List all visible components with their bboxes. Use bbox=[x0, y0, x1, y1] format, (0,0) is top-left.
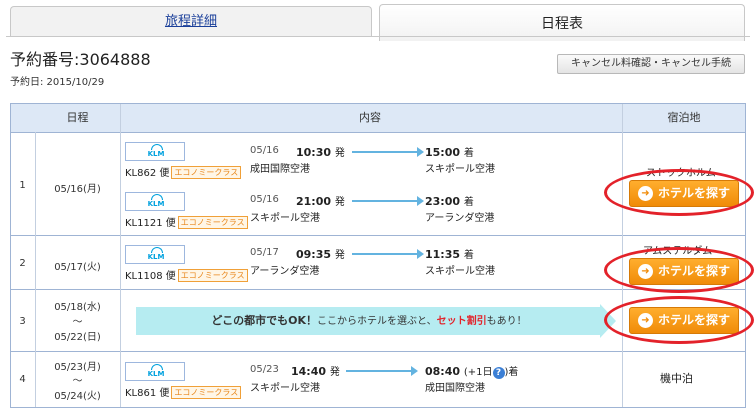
klm-crown-icon: KLM bbox=[145, 247, 167, 262]
klm-logo: KLM bbox=[125, 142, 185, 161]
tab-bar: 旅程詳細 日程表 bbox=[0, 0, 756, 44]
departure-date: 05/16 bbox=[250, 194, 279, 205]
departure-date: 05/16 bbox=[250, 145, 279, 156]
row-date: 05/16(月) bbox=[54, 184, 101, 195]
arrow-right-icon bbox=[352, 195, 424, 207]
arrival-time: 11:35 着 bbox=[425, 248, 474, 261]
row-date-separator: 〜 bbox=[72, 317, 83, 328]
departure-time: 09:35 発 bbox=[296, 248, 345, 261]
arrival-airport: 成田国際空港 bbox=[425, 383, 485, 394]
departure-airport: スキポール空港 bbox=[250, 213, 320, 224]
arrow-right-icon bbox=[346, 365, 418, 377]
highlight-circle bbox=[604, 169, 754, 216]
klm-logo: KLM bbox=[125, 245, 185, 264]
flight-number: KL1121 便エコノミークラス bbox=[125, 214, 248, 229]
class-badge: エコノミークラス bbox=[177, 216, 248, 229]
row-date-separator: 〜 bbox=[72, 376, 83, 387]
hotel-promo-banner[interactable]: どこの都市でもOK！ここからホテルを選ぶと、セット割引もあり！ bbox=[136, 304, 616, 338]
arrival-airport: アーランダ空港 bbox=[425, 213, 495, 224]
row-date-from: 05/18(水) bbox=[54, 302, 101, 313]
departure-airport: アーランダ空港 bbox=[250, 266, 320, 277]
tab-itinerary-details[interactable]: 旅程詳細 bbox=[10, 6, 372, 36]
klm-logo: KLM bbox=[125, 192, 185, 211]
row-number: 2 bbox=[19, 258, 26, 269]
row-number: 1 bbox=[19, 180, 26, 191]
promo-text: どこの都市でもOK！ここからホテルを選ぶと、セット割引もあり！ bbox=[211, 314, 527, 327]
help-icon[interactable]: ? bbox=[492, 367, 505, 379]
departure-date: 05/23 bbox=[250, 364, 279, 375]
klm-logo: KLM bbox=[125, 362, 185, 381]
reservation-date: 予約日: 2015/10/29 bbox=[10, 77, 105, 88]
arrival-airport: スキポール空港 bbox=[425, 266, 495, 277]
departure-airport: スキポール空港 bbox=[250, 383, 320, 394]
departure-time: 10:30 発 bbox=[296, 146, 345, 159]
lodging-in-flight: 機中泊 bbox=[660, 372, 693, 385]
arrival-airport: スキポール空港 bbox=[425, 164, 495, 175]
row-date: 05/17(火) bbox=[54, 262, 101, 273]
class-badge: エコノミークラス bbox=[171, 166, 242, 179]
reservation-number: 予約番号:3064888 bbox=[10, 50, 151, 69]
flight-number: KL1108 便エコノミークラス bbox=[125, 267, 248, 282]
class-badge: エコノミークラス bbox=[177, 269, 248, 282]
row-date-from: 05/23(月) bbox=[54, 362, 101, 373]
departure-date: 05/17 bbox=[250, 247, 279, 258]
class-badge: エコノミークラス bbox=[171, 386, 242, 399]
tab-divider bbox=[6, 36, 750, 37]
klm-crown-icon: KLM bbox=[145, 194, 167, 209]
arrow-right-icon bbox=[352, 146, 424, 158]
arrival-time: 15:00 着 bbox=[425, 146, 474, 159]
row-number: 3 bbox=[19, 316, 26, 327]
highlight-circle bbox=[604, 247, 754, 293]
departure-time: 14:40 発 bbox=[291, 365, 340, 378]
cancel-button[interactable]: キャンセル料確認・キャンセル手続 bbox=[557, 54, 745, 74]
klm-crown-icon: KLM bbox=[145, 364, 167, 379]
row-number: 4 bbox=[19, 374, 26, 385]
flight-number: KL862 便エコノミークラス bbox=[125, 164, 242, 179]
departure-airport: 成田国際空港 bbox=[250, 164, 310, 175]
arrival-time: 23:00 着 bbox=[425, 195, 474, 208]
row-date-to: 05/24(火) bbox=[54, 391, 101, 402]
flight-number: KL861 便エコノミークラス bbox=[125, 384, 242, 399]
arrow-right-icon bbox=[352, 248, 424, 260]
klm-crown-icon: KLM bbox=[145, 144, 167, 159]
arrival-time: 08:40 (+1日?)着 bbox=[425, 365, 519, 379]
highlight-circle bbox=[604, 296, 754, 344]
departure-time: 21:00 発 bbox=[296, 195, 345, 208]
row-date-to: 05/22(日) bbox=[54, 332, 101, 343]
